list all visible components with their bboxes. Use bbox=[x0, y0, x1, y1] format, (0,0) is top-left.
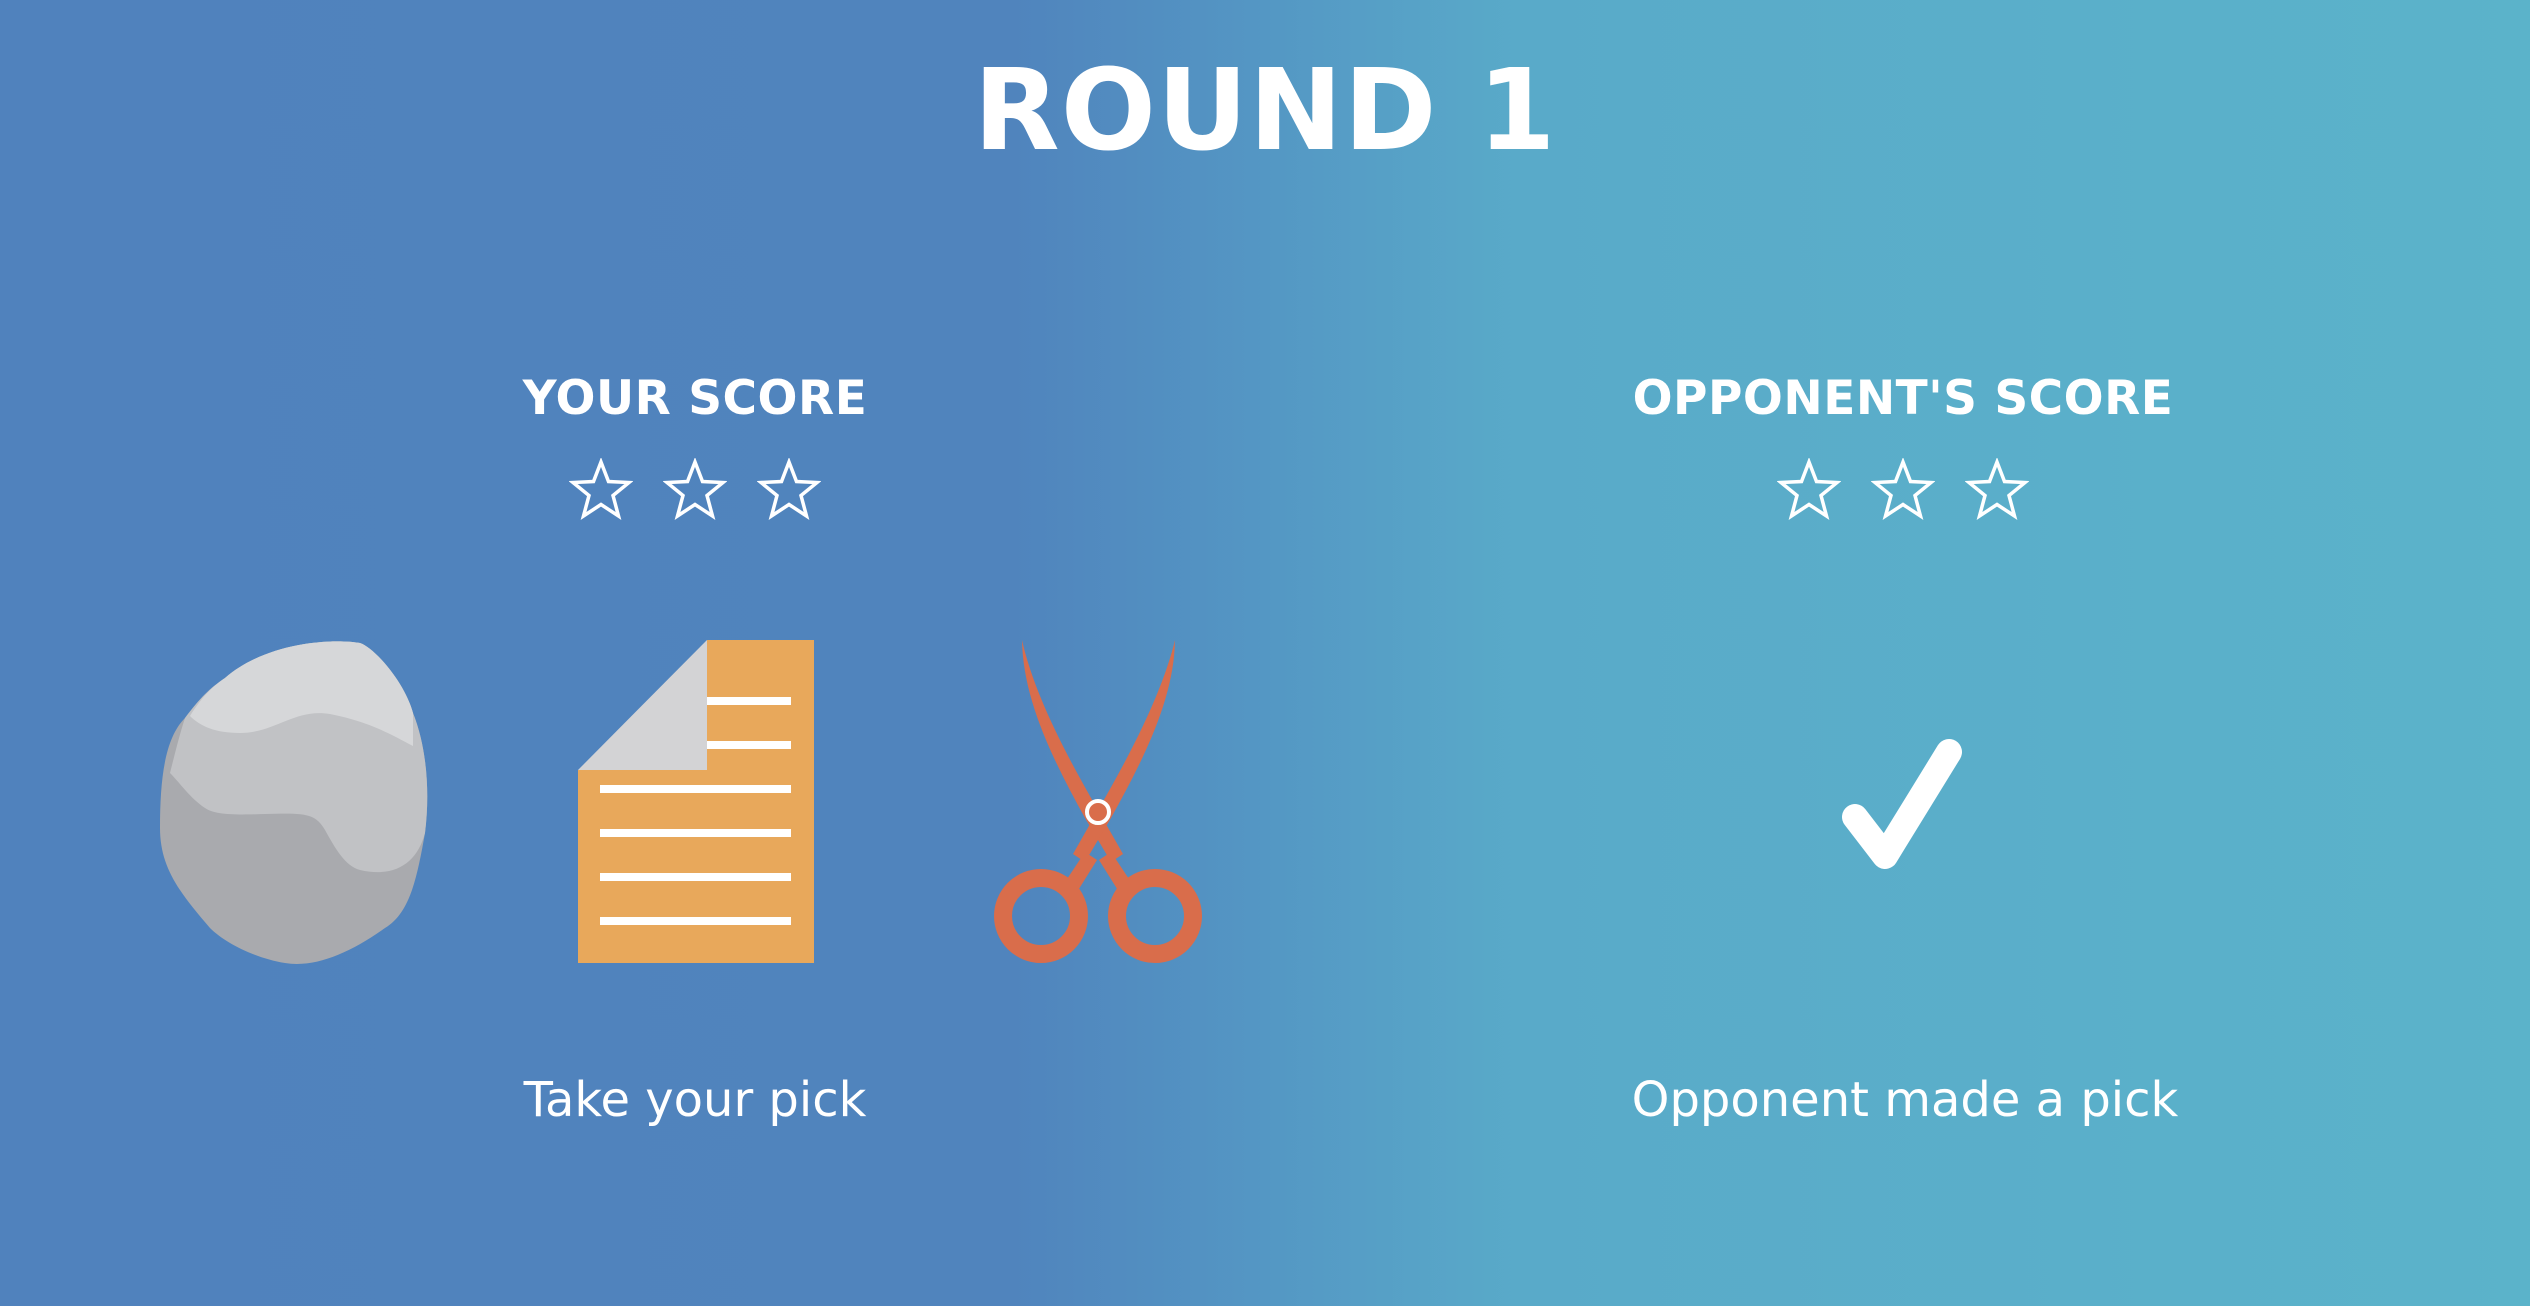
star-icon bbox=[1871, 458, 1935, 520]
opponent-score-label: OPPONENT'S SCORE bbox=[1632, 371, 2174, 426]
player-prompt: Take your pick bbox=[523, 1072, 867, 1128]
rock-button[interactable] bbox=[155, 638, 430, 968]
your-score-stars bbox=[345, 458, 1045, 522]
star-icon bbox=[757, 458, 821, 520]
star-icon bbox=[569, 458, 633, 520]
rock-icon bbox=[160, 641, 428, 964]
star-icon bbox=[1965, 458, 2029, 520]
paper-button[interactable] bbox=[576, 640, 816, 965]
player-panel: YOUR SCORE Take your pick bbox=[0, 0, 1265, 1306]
opponent-status: Opponent made a pick bbox=[1631, 1072, 2179, 1128]
scissors-icon bbox=[994, 640, 1202, 963]
scissors-button[interactable] bbox=[993, 640, 1203, 965]
checkmark-icon bbox=[1842, 739, 1962, 869]
paper-icon bbox=[578, 640, 814, 963]
opponent-panel: OPPONENT'S SCORE Opponent made a pick bbox=[1265, 0, 2530, 1306]
opponent-score-stars bbox=[1553, 458, 2253, 522]
star-icon bbox=[1777, 458, 1841, 520]
your-score-label: YOUR SCORE bbox=[522, 371, 868, 426]
star-icon bbox=[663, 458, 727, 520]
